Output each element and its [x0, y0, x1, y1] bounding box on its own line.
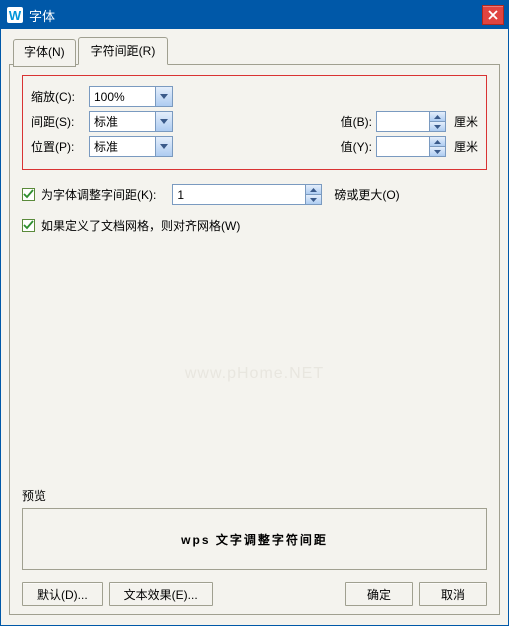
chevron-down-icon	[310, 198, 317, 202]
value-b-spin-up[interactable]	[430, 112, 445, 122]
chevron-down-icon	[434, 150, 441, 154]
window-title: 字体	[29, 6, 482, 25]
value-b-unit: 厘米	[454, 113, 478, 130]
font-dialog: W 字体 字体(N) 字符间距(R) 缩放(C): 100%	[0, 0, 509, 626]
kerning-value-spinner[interactable]: 1	[172, 184, 322, 205]
chevron-down-icon	[434, 125, 441, 129]
kerning-row: 为字体调整字间距(K): 1 磅或更大(O)	[22, 184, 487, 205]
value-b-spin-down[interactable]	[430, 122, 445, 131]
spacing-combo-button[interactable]	[155, 112, 172, 131]
preview-label: 预览	[22, 487, 487, 504]
position-value: 标准	[90, 138, 155, 155]
scale-combo-button[interactable]	[155, 87, 172, 106]
snap-grid-checkbox[interactable]	[22, 219, 35, 232]
cancel-button[interactable]: 取消	[419, 582, 487, 606]
value-b-spinner[interactable]	[376, 111, 446, 132]
value-y-spin-buttons	[429, 137, 445, 156]
scale-label: 缩放(C):	[31, 88, 85, 105]
kerning-spin-up[interactable]	[306, 185, 321, 195]
scale-combo[interactable]: 100%	[89, 86, 173, 107]
spacing-value: 标准	[90, 113, 155, 130]
button-row: 默认(D)... 文本效果(E)... 确定 取消	[22, 582, 487, 606]
chevron-up-icon	[434, 115, 441, 119]
position-label: 位置(P):	[31, 138, 85, 155]
value-y-spin-down[interactable]	[430, 147, 445, 156]
ok-button[interactable]: 确定	[345, 582, 413, 606]
preview-box: wps 文字调整字符间距	[22, 508, 487, 570]
chevron-down-icon	[160, 119, 168, 124]
value-b-spin-buttons	[429, 112, 445, 131]
kerning-value: 1	[173, 188, 305, 202]
check-icon	[23, 189, 34, 200]
chevron-up-icon	[434, 140, 441, 144]
kerning-checkbox[interactable]	[22, 188, 35, 201]
spacing-combo[interactable]: 标准	[89, 111, 173, 132]
chevron-down-icon	[160, 144, 168, 149]
check-icon	[23, 220, 34, 231]
default-button[interactable]: 默认(D)...	[22, 582, 103, 606]
chevron-up-icon	[310, 188, 317, 192]
highlight-box: 缩放(C): 100% 间距(S): 标准	[22, 75, 487, 170]
scale-value: 100%	[90, 90, 155, 104]
kerning-spin-buttons	[305, 185, 321, 204]
preview-text: wps 文字调整字符间距	[181, 531, 328, 548]
text-effect-button[interactable]: 文本效果(E)...	[109, 582, 213, 606]
scale-row: 缩放(C): 100%	[31, 86, 478, 107]
kerning-spin-down[interactable]	[306, 195, 321, 204]
spacing-row: 间距(S): 标准 值(B):	[31, 111, 478, 132]
value-y-unit: 厘米	[454, 138, 478, 155]
position-combo-button[interactable]	[155, 137, 172, 156]
snap-grid-label: 如果定义了文档网格，则对齐网格(W)	[41, 217, 240, 234]
position-combo[interactable]: 标准	[89, 136, 173, 157]
kerning-unit: 磅或更大(O)	[334, 186, 399, 203]
spacing-label: 间距(S):	[31, 113, 85, 130]
tab-char-spacing[interactable]: 字符间距(R)	[78, 37, 169, 65]
snap-grid-row: 如果定义了文档网格，则对齐网格(W)	[22, 217, 487, 234]
tab-bar: 字体(N) 字符间距(R)	[9, 37, 500, 65]
position-row: 位置(P): 标准 值(Y):	[31, 136, 478, 157]
close-button[interactable]	[482, 5, 504, 25]
value-y-spinner[interactable]	[376, 136, 446, 157]
value-y-spin-up[interactable]	[430, 137, 445, 147]
kerning-label: 为字体调整字间距(K):	[41, 186, 156, 203]
close-icon	[488, 10, 498, 20]
value-b-label: 值(B):	[332, 113, 372, 130]
dialog-body: 字体(N) 字符间距(R) 缩放(C): 100% 间距(S):	[1, 29, 508, 625]
app-icon: W	[7, 7, 23, 23]
titlebar[interactable]: W 字体	[1, 1, 508, 29]
value-y-label: 值(Y):	[332, 138, 372, 155]
tab-panel: 缩放(C): 100% 间距(S): 标准	[9, 64, 500, 615]
tab-font[interactable]: 字体(N)	[13, 39, 76, 67]
chevron-down-icon	[160, 94, 168, 99]
watermark: www.pHome.NET	[185, 365, 324, 383]
